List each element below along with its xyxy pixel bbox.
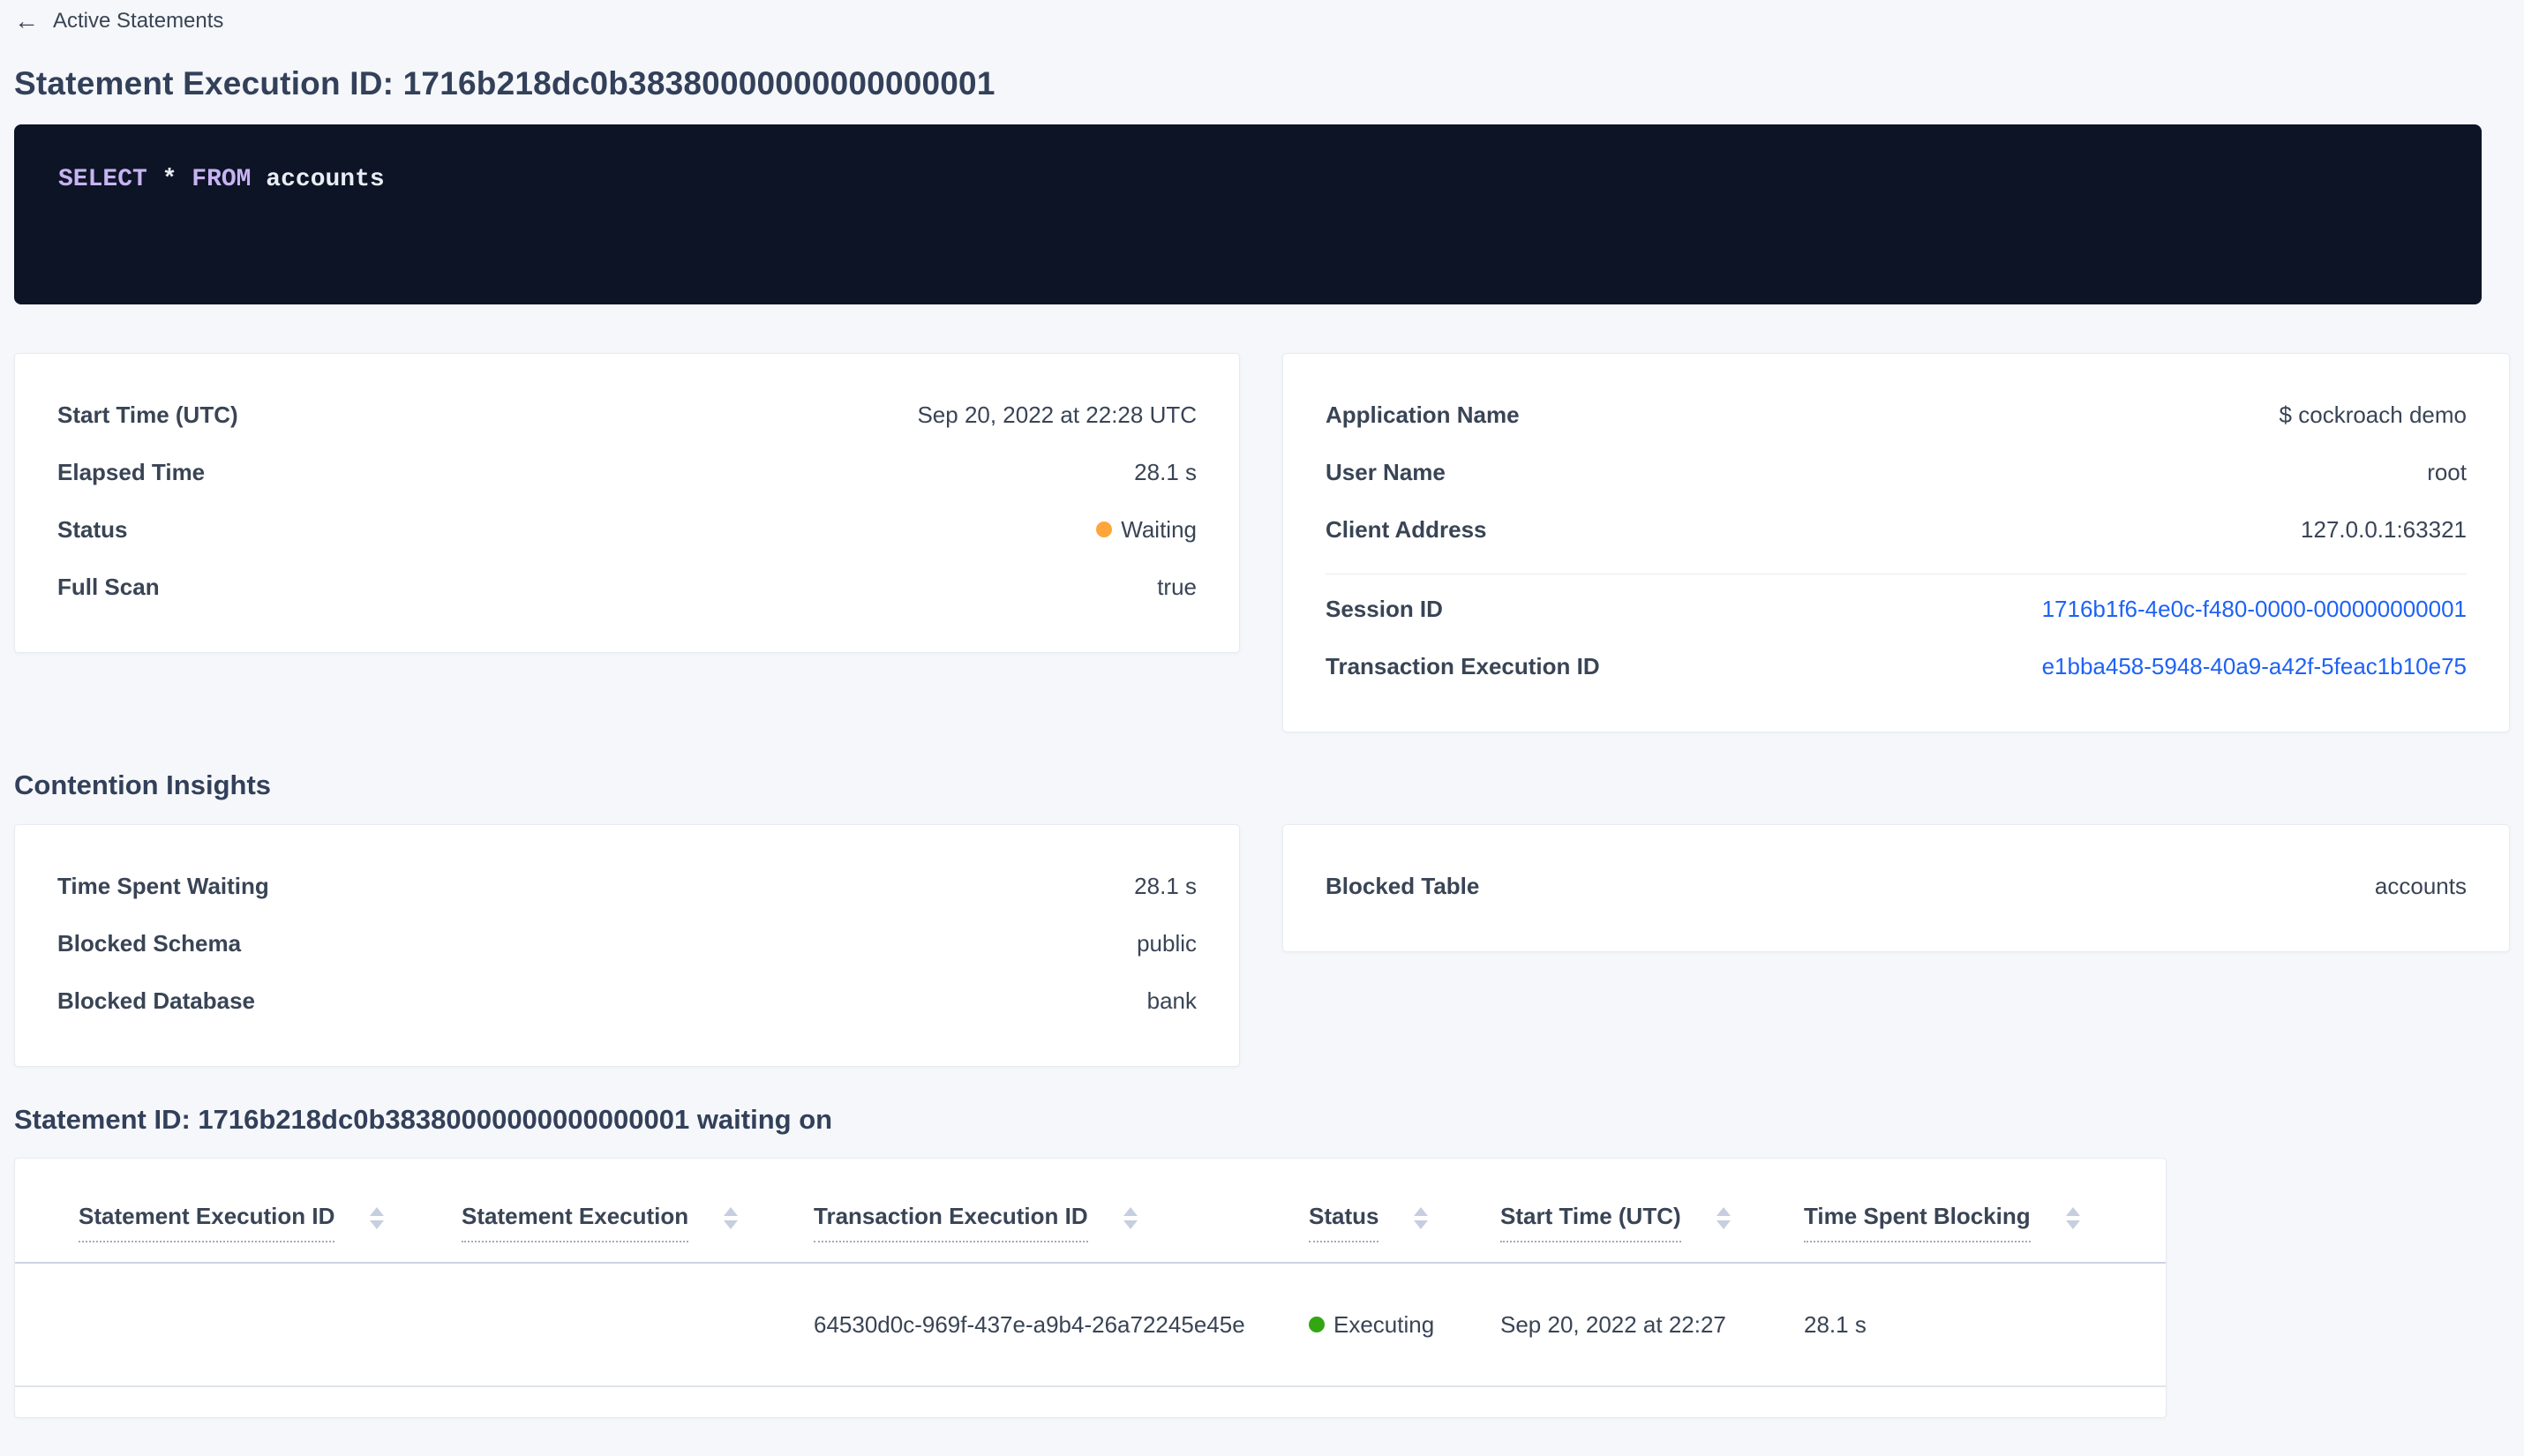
status-badge: Waiting [1096,516,1197,544]
statement-execution-page: ← Active Statements Statement Execution … [0,0,2524,1419]
sort-icon[interactable] [724,1207,739,1230]
waiting-status-dot-icon [1096,522,1113,538]
blocked-schema-value: public [1137,929,1197,957]
sql-table-identifier: accounts [266,165,385,193]
session-details-card: Application Name $ cockroach demo User N… [1282,352,2510,732]
cell-status: Executing [1309,1263,1500,1388]
application-name-label: Application Name [1326,401,1520,428]
full-scan-value: true [1157,573,1197,600]
blocked-schema-label: Blocked Schema [57,929,242,957]
cell-transaction-execution-id: 64530d0c-969f-437e-a9b4-26a72245e45e [814,1263,1309,1388]
contention-left-card: Time Spent Waiting 28.1 s Blocked Schema… [14,823,1240,1067]
cell-statement-execution-id [15,1263,462,1388]
detail-row-transaction-execution-id: Transaction Execution ID e1bba458-5948-4… [1326,653,2467,680]
session-id-link[interactable]: 1716b1f6-4e0c-f480-0000-000000000001 [2042,596,2467,623]
executing-status-dot-icon [1309,1317,1325,1333]
arrow-left-icon: ← [14,7,39,34]
execution-details-card: Start Time (UTC) Sep 20, 2022 at 22:28 U… [14,352,1240,653]
time-spent-waiting-label: Time Spent Waiting [57,872,269,899]
detail-row-full-scan: Full Scan true [57,574,1197,601]
sql-star-operator: * [162,165,177,193]
transaction-execution-id-link[interactable]: e1bba458-5948-40a9-a42f-5feac1b10e75 [2042,653,2467,680]
sort-icon[interactable] [1716,1207,1731,1230]
column-header-transaction-execution-id[interactable]: Transaction Execution ID [814,1159,1309,1265]
column-header-status[interactable]: Status [1309,1159,1500,1265]
sort-icon[interactable] [1414,1207,1429,1230]
blocked-database-value: bank [1146,987,1197,1014]
sql-keyword-from: FROM [192,165,252,193]
sql-statement-box: SELECT * FROM accounts [14,124,2482,304]
start-time-label: Start Time (UTC) [57,401,238,428]
cell-start-time: Sep 20, 2022 at 22:27 [1500,1263,1804,1388]
column-label: Statement Execution [462,1203,689,1243]
column-label: Start Time (UTC) [1500,1203,1681,1243]
detail-row-elapsed-time: Elapsed Time 28.1 s [57,459,1197,486]
sort-icon[interactable] [370,1207,385,1230]
page-title: Statement Execution ID: 1716b218dc0b3838… [14,65,995,101]
cell-statement-execution [462,1263,814,1388]
user-name-label: User Name [1326,458,1446,485]
contention-insights-row: Time Spent Waiting 28.1 s Blocked Schema… [14,823,2510,1067]
contention-insights-heading: Contention Insights [14,769,272,800]
start-time-value: Sep 20, 2022 at 22:28 UTC [917,401,1197,428]
back-link-active-statements[interactable]: ← Active Statements [14,0,223,34]
detail-row-client-address: Client Address 127.0.0.1:63321 [1326,516,2467,544]
waiting-on-table-card: Statement Execution ID Statement Executi… [14,1158,2167,1419]
column-label: Status [1309,1203,1379,1243]
detail-row-user-name: User Name root [1326,459,2467,486]
table-header-row: Statement Execution ID Statement Executi… [15,1159,2166,1265]
time-spent-waiting-value: 28.1 s [1134,872,1197,899]
status-value: Waiting [1121,515,1197,543]
column-label: Transaction Execution ID [814,1203,1088,1243]
blocked-table-label: Blocked Table [1326,872,1480,899]
detail-row-time-spent-waiting: Time Spent Waiting 28.1 s [57,873,1197,900]
waiting-on-table: Statement Execution ID Statement Executi… [15,1159,2166,1388]
detail-row-application-name: Application Name $ cockroach demo [1326,402,2467,429]
column-header-start-time[interactable]: Start Time (UTC) [1500,1159,1804,1265]
waiting-on-heading: Statement ID: 1716b218dc0b38380000000000… [14,1103,833,1135]
session-id-label: Session ID [1326,595,1443,622]
detail-row-session-id: Session ID 1716b1f6-4e0c-f480-0000-00000… [1326,596,2467,623]
detail-row-start-time: Start Time (UTC) Sep 20, 2022 at 22:28 U… [57,402,1197,429]
detail-row-blocked-schema: Blocked Schema public [57,930,1197,957]
sort-icon[interactable] [1123,1207,1138,1230]
column-header-statement-execution[interactable]: Statement Execution [462,1159,814,1265]
client-address-label: Client Address [1326,515,1487,543]
row-status-value: Executing [1333,1310,1435,1338]
column-header-statement-execution-id[interactable]: Statement Execution ID [15,1159,462,1265]
detail-row-blocked-database: Blocked Database bank [57,987,1197,1015]
detail-row-blocked-table: Blocked Table accounts [1326,873,2467,900]
blocked-database-label: Blocked Database [57,987,255,1014]
transaction-execution-id-label: Transaction Execution ID [1326,652,1600,679]
sql-statement-text: SELECT * FROM accounts [58,165,2438,195]
blocked-table-value: accounts [2374,872,2467,899]
column-header-time-spent-blocking[interactable]: Time Spent Blocking [1804,1159,2166,1265]
execution-details-row: Start Time (UTC) Sep 20, 2022 at 22:28 U… [14,352,2510,732]
full-scan-label: Full Scan [57,573,160,600]
elapsed-time-label: Elapsed Time [57,458,206,485]
application-name-value: $ cockroach demo [2279,401,2467,428]
sql-keyword-select: SELECT [58,165,147,193]
table-row: 64530d0c-969f-437e-a9b4-26a72245e45e Exe… [15,1263,2166,1388]
client-address-value: 127.0.0.1:63321 [2301,515,2467,543]
sort-icon[interactable] [2065,1207,2080,1230]
user-name-value: root [2427,458,2467,485]
back-link-label: Active Statements [53,9,224,33]
column-label: Time Spent Blocking [1804,1203,2031,1243]
contention-right-card: Blocked Table accounts [1282,823,2510,952]
cell-time-spent-blocking: 28.1 s [1804,1263,2166,1388]
column-label: Statement Execution ID [79,1203,335,1243]
status-label: Status [57,515,128,543]
detail-row-status: Status Waiting [57,516,1197,544]
elapsed-time-value: 28.1 s [1134,458,1197,485]
